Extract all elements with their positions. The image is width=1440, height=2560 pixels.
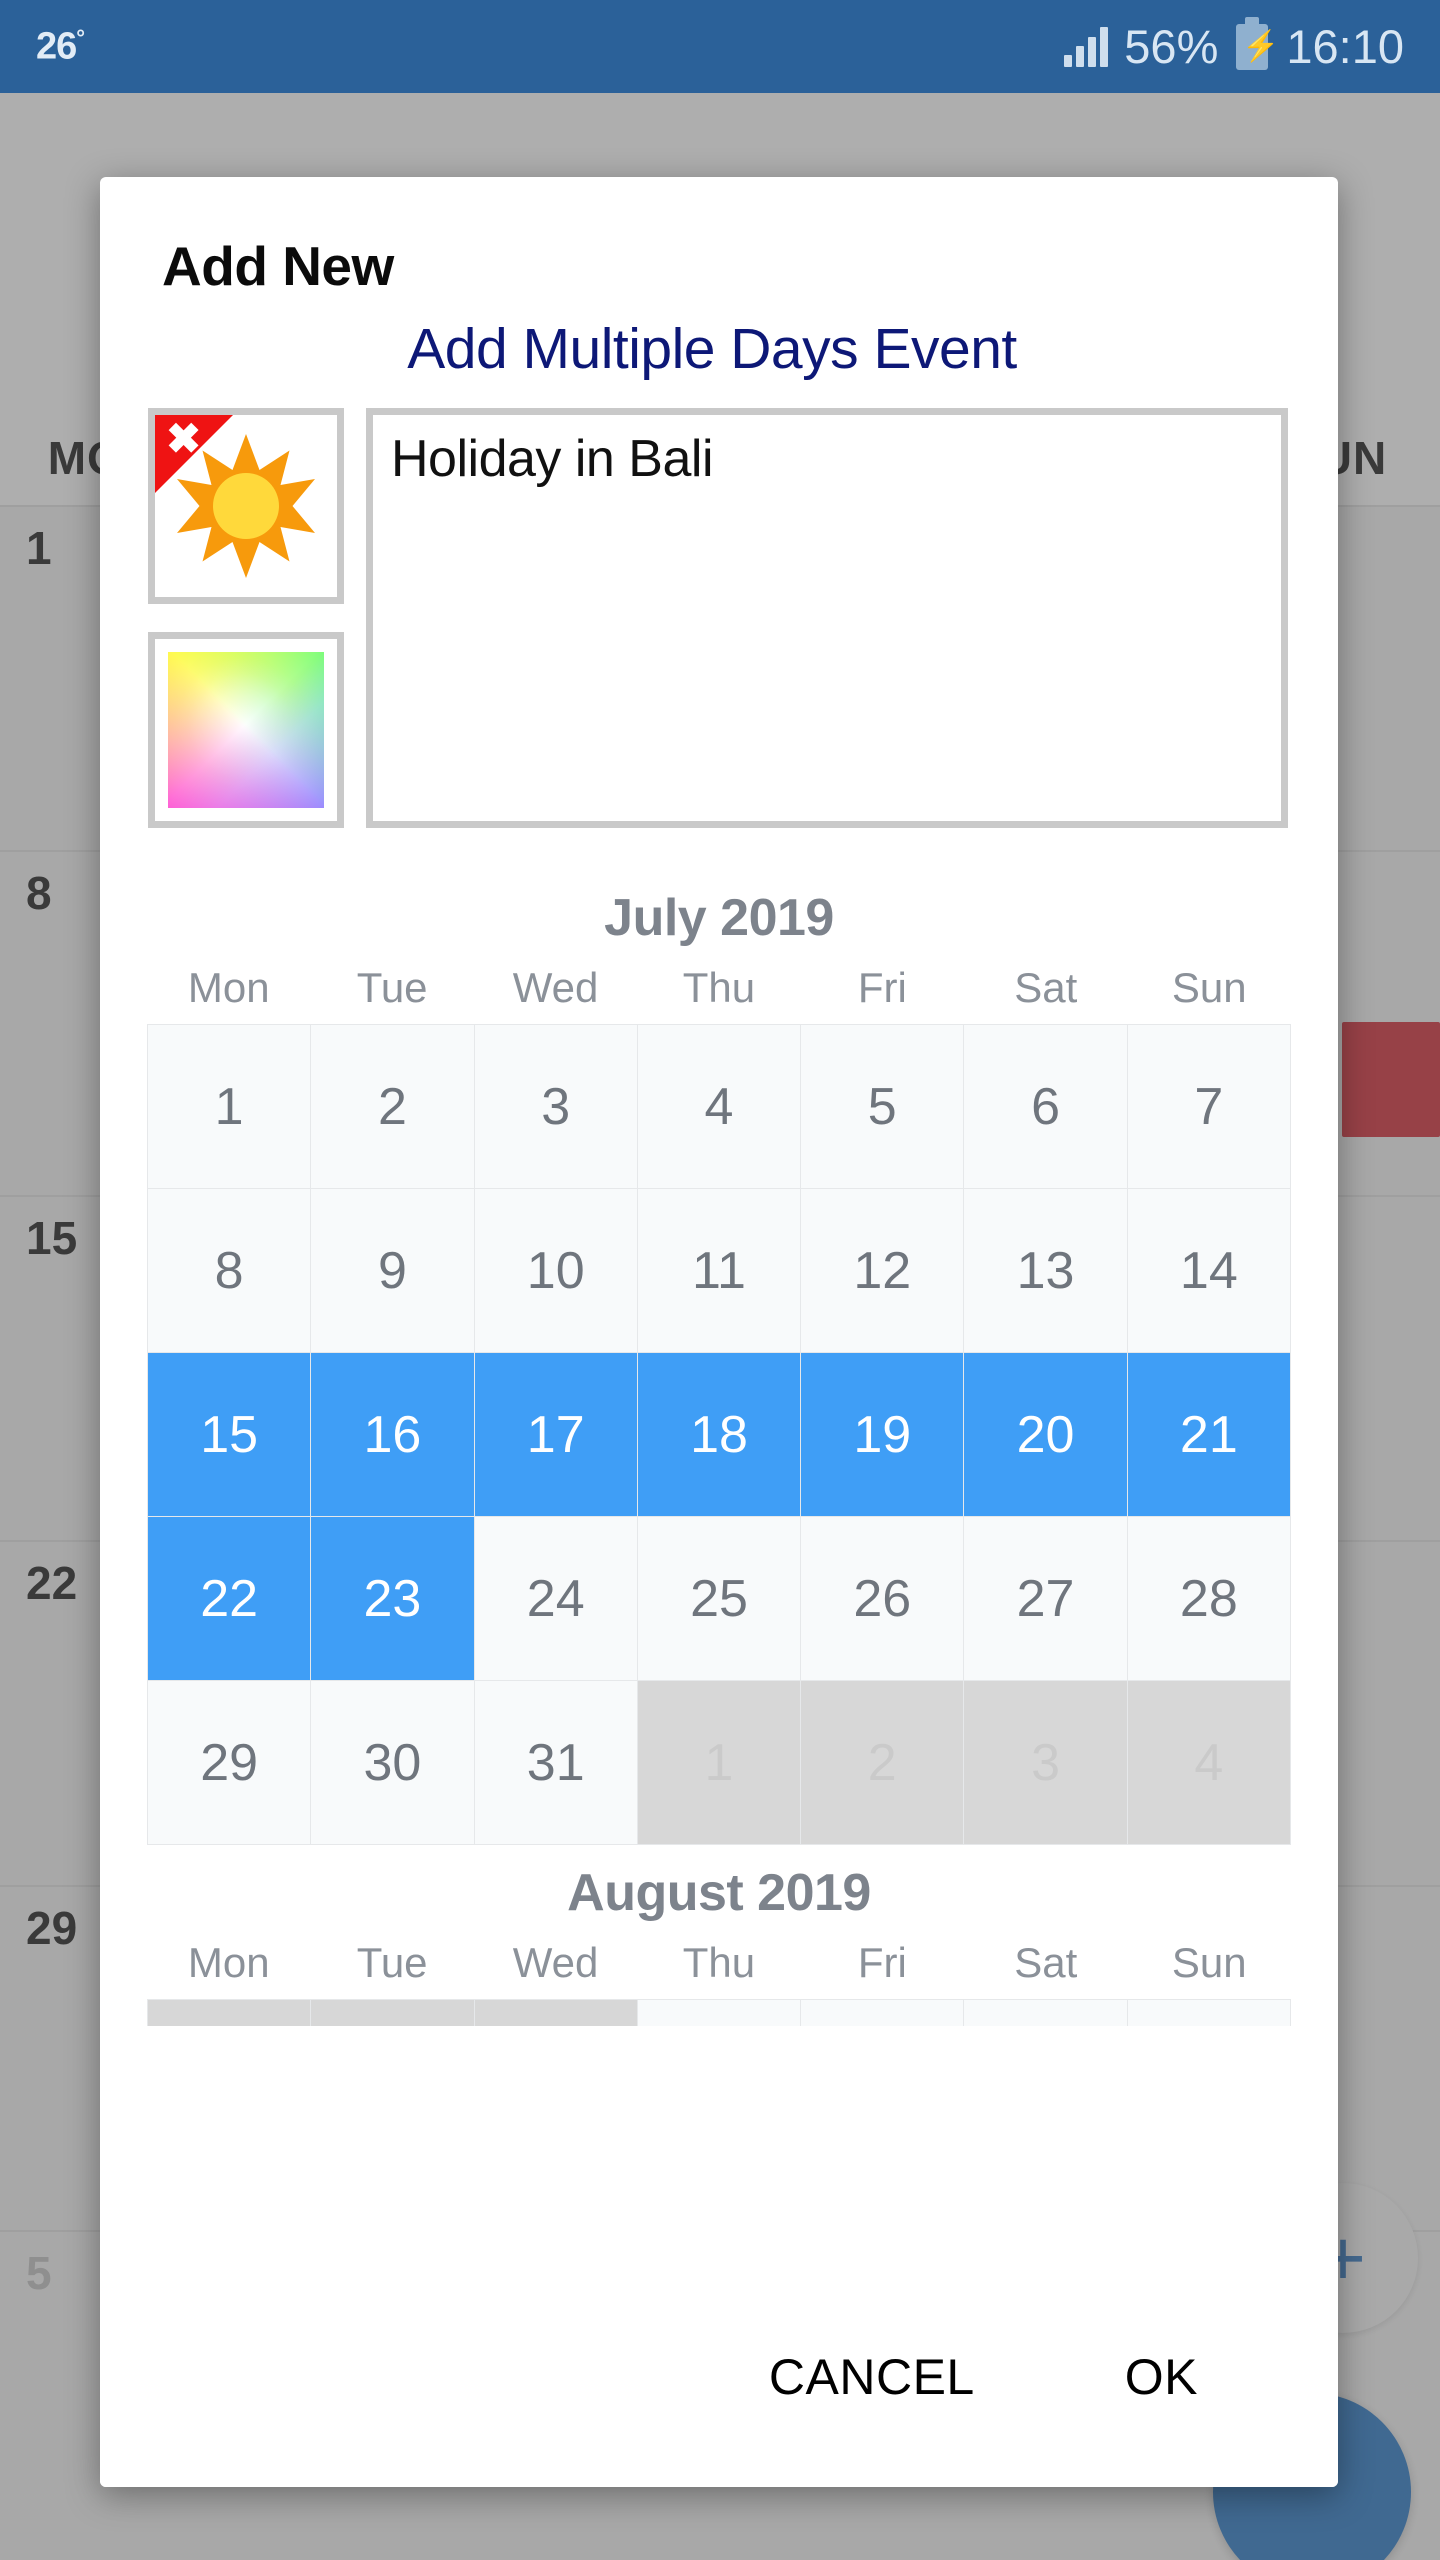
week-row: 1234567 xyxy=(148,1025,1291,1189)
week-row: 29 30 31 1 2 3 4 xyxy=(148,1681,1291,1845)
event-name-input[interactable]: Holiday in Bali xyxy=(366,408,1288,828)
cancel-button[interactable]: CANCEL xyxy=(769,2348,975,2406)
weekday-header: Mon Tue Wed Thu Fri Sat Sun xyxy=(100,964,1338,1012)
day-cell[interactable]: 12 xyxy=(801,1189,965,1353)
color-picker-thumbnail[interactable] xyxy=(148,632,344,828)
month-scroll-area[interactable]: July 2019 Mon Tue Wed Thu Fri Sat Sun 1 2 3 4 5 6 7 8 9 1… xyxy=(100,870,1338,2267)
day-cell[interactable]: 2 xyxy=(311,1025,475,1189)
day-cell[interactable]: 15 xyxy=(148,1353,312,1517)
day-cell[interactable]: 2 xyxy=(801,1681,965,1845)
day-cell[interactable]: 21 xyxy=(1127,1353,1291,1517)
weekday-label-fri: Fri xyxy=(857,964,907,1011)
dialog-actions: CANCEL OK xyxy=(100,2267,1338,2487)
day-cell[interactable]: 6 xyxy=(964,1025,1128,1189)
week-row: 8 9 10 11 12 13 14 xyxy=(148,1189,1291,1353)
degree-symbol: ° xyxy=(76,24,85,50)
weekday-label-wed: Wed xyxy=(512,1939,599,1986)
day-cell[interactable] xyxy=(964,2000,1128,2026)
day-cell[interactable] xyxy=(148,2000,312,2026)
battery-percent-label: 56% xyxy=(1124,20,1219,73)
event-thumb-column: ✖ xyxy=(148,408,344,828)
weekday-header: Mon Tue Wed Thu Fri Sat Sun xyxy=(100,1939,1338,1987)
day-cell[interactable]: 3 xyxy=(474,1025,638,1189)
battery-charging-icon: ⚡ xyxy=(1236,16,1280,70)
day-grid xyxy=(147,1999,1291,2026)
day-cell[interactable]: 24 xyxy=(474,1517,638,1681)
day-cell[interactable]: 18 xyxy=(637,1353,802,1517)
day-cell[interactable]: 20 xyxy=(964,1353,1128,1517)
day-cell[interactable]: 30 xyxy=(311,1681,475,1845)
day-cell[interactable]: 4 xyxy=(1127,1681,1291,1845)
day-cell[interactable]: 14 xyxy=(1127,1189,1291,1353)
ok-button[interactable]: OK xyxy=(1125,2348,1198,2406)
day-cell[interactable]: 5 xyxy=(801,1025,965,1189)
weekday-label-wed: Wed xyxy=(512,964,599,1011)
day-cell[interactable]: 13 xyxy=(964,1189,1128,1353)
weekday-label-sun: Sun xyxy=(1171,964,1247,1011)
month-title: August 2019 xyxy=(567,1864,871,1922)
status-bar: 26° 56% ⚡ 16:10 xyxy=(0,0,1440,93)
day-cell[interactable]: 25 xyxy=(637,1517,802,1681)
day-cell[interactable]: 28 xyxy=(1127,1517,1291,1681)
day-cell[interactable]: 26 xyxy=(801,1517,965,1681)
dialog-subtitle: Add Multiple Days Event xyxy=(407,317,1017,381)
dialog-title: Add New xyxy=(162,235,394,297)
day-cell[interactable]: 1 xyxy=(148,1025,312,1189)
add-new-event-dialog: Add New Add Multiple Days Event ✖ Holida… xyxy=(100,177,1338,2487)
weekday-label-tue: Tue xyxy=(356,964,428,1011)
day-cell[interactable] xyxy=(637,2000,802,2026)
day-cell[interactable]: 16 xyxy=(311,1353,475,1517)
color-picker-swatch[interactable] xyxy=(168,652,324,808)
weekday-label-sun: Sun xyxy=(1171,1939,1247,1986)
weather-temperature: 26° xyxy=(36,24,85,69)
weekday-label-mon: Mon xyxy=(187,1939,270,1986)
day-cell[interactable] xyxy=(801,2000,965,2026)
month-block: August 2019 Mon Tue Wed Thu Fri Sat Sun xyxy=(100,1863,1338,2026)
day-grid: 1 2 3 4 5 6 7 8 9 10 11 12 13 14 15 16 17 18 19 20 21 22 23 24 2… xyxy=(147,1024,1291,1845)
day-cell[interactable]: 19 xyxy=(801,1353,965,1517)
day-cell[interactable]: 22 xyxy=(148,1517,312,1681)
event-name-value: Holiday in Bali xyxy=(391,430,714,488)
day-cell[interactable] xyxy=(474,2000,638,2026)
day-cell[interactable]: 31 xyxy=(474,1681,638,1845)
day-cell[interactable]: 7 xyxy=(1127,1025,1291,1189)
week-row: 22 23 24 25 26 27 28 xyxy=(148,1517,1291,1681)
signal-bars-icon xyxy=(1064,26,1109,67)
weekday-label-sat: Sat xyxy=(1014,1939,1078,1986)
event-icon-thumbnail[interactable]: ✖ xyxy=(148,408,344,604)
event-edit-row: ✖ Holiday in Bali xyxy=(148,408,1338,828)
day-cell[interactable] xyxy=(311,2000,475,2026)
week-row xyxy=(148,2000,1291,2026)
month-block: July 2019 Mon Tue Wed Thu Fri Sat Sun 1 2 3 4 5 6 7 8 9 1… xyxy=(100,888,1338,1845)
status-bar-clock: 16:10 xyxy=(1286,20,1404,73)
day-cell[interactable] xyxy=(1127,2000,1291,2026)
day-cell[interactable]: 3 xyxy=(964,1681,1128,1845)
weekday-label-sat: Sat xyxy=(1014,964,1078,1011)
day-cell[interactable]: 27 xyxy=(964,1517,1128,1681)
phone-screen: MONTUEWEDTHUFRISATSUN 181522295 + 26° 56… xyxy=(0,0,1440,2560)
bolt-icon: ⚡ xyxy=(1242,29,1280,63)
temperature-value: 26 xyxy=(36,25,77,68)
weekday-label-thu: Thu xyxy=(682,1939,756,1986)
day-cell[interactable]: 17 xyxy=(474,1353,638,1517)
day-cell[interactable]: 8 xyxy=(148,1189,312,1353)
day-cell[interactable]: 4 xyxy=(637,1025,802,1189)
status-bar-right: 56% ⚡ 16:10 xyxy=(1064,16,1404,74)
day-cell[interactable]: 23 xyxy=(311,1517,475,1681)
day-cell[interactable]: 1 xyxy=(637,1681,802,1845)
day-cell[interactable]: 10 xyxy=(474,1189,638,1353)
weekday-label-tue: Tue xyxy=(356,1939,428,1986)
weekday-label-fri: Fri xyxy=(857,1939,907,1986)
weekday-label-thu: Thu xyxy=(682,964,756,1011)
day-cell[interactable]: 29 xyxy=(148,1681,312,1845)
day-cell[interactable]: 11 xyxy=(637,1189,802,1353)
day-cell[interactable]: 9 xyxy=(311,1189,475,1353)
week-row: 15 16 17 18 19 20 21 xyxy=(148,1353,1291,1517)
delete-x-icon[interactable]: ✖ xyxy=(166,418,201,460)
weekday-label-mon: Mon xyxy=(187,964,270,1011)
month-title: July 2019 xyxy=(604,889,834,947)
